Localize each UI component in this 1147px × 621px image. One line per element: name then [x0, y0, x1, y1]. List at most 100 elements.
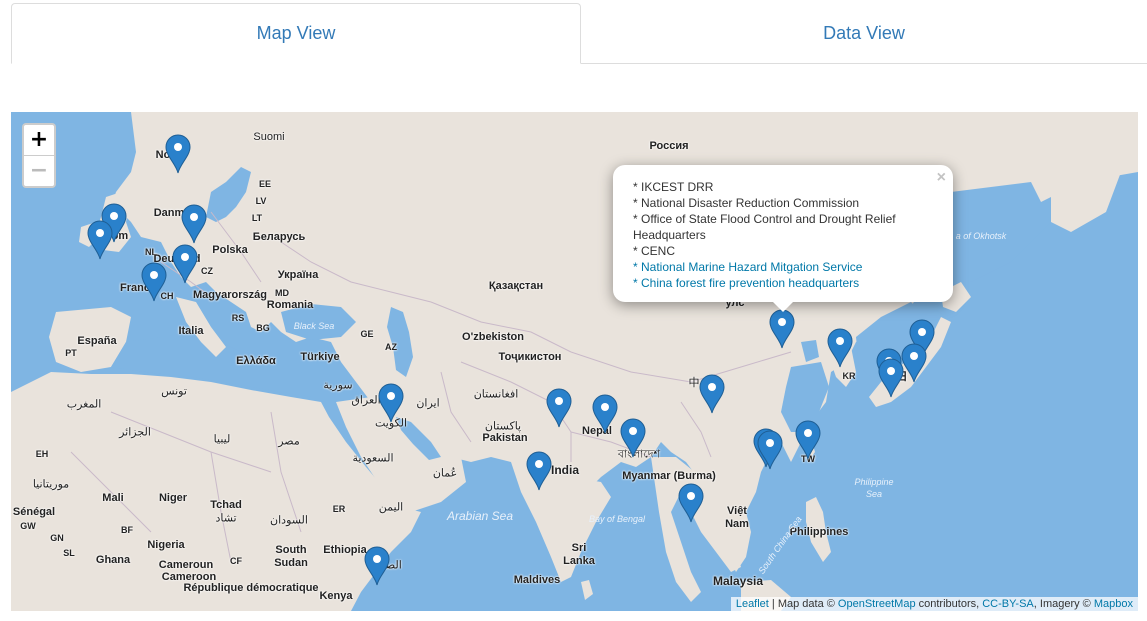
map-marker-china-central[interactable] [699, 374, 725, 414]
map-marker-japan-4[interactable] [878, 358, 904, 398]
label-cameroun: Cameroun [158, 559, 214, 571]
map-marker-germany[interactable] [172, 244, 198, 284]
label-ee: EE [258, 179, 272, 189]
label-pt: PT [65, 348, 77, 358]
label-er: ER [332, 504, 346, 514]
label-bf: BF [121, 525, 133, 535]
attr-text-2: contributors, [915, 598, 983, 610]
map-marker-norway[interactable] [165, 134, 191, 174]
label-danmark: Danm [153, 207, 185, 219]
license-link[interactable]: CC-BY-SA [982, 598, 1034, 610]
map-marker-india-west[interactable] [526, 451, 552, 491]
view-tabs: Map View Data View [11, 0, 1147, 64]
label-ethiopia: Ethiopia [323, 544, 367, 556]
label-ukraina: Україна [277, 269, 319, 281]
map-marker-korea[interactable] [827, 328, 853, 368]
label-rdc: République démocratique [183, 582, 319, 594]
label-ellada: Ελλάδα [236, 355, 276, 367]
map-marker-myanmar[interactable] [678, 483, 704, 523]
map-marker-bangladesh[interactable] [620, 418, 646, 458]
popup-tip [773, 302, 793, 312]
label-gw: GW [20, 521, 36, 531]
label-az: AZ [385, 342, 397, 352]
map-marker-kuwait[interactable] [378, 383, 404, 423]
map-container[interactable]: Suomi Россия No EE LV LT Danm K dom NL D… [11, 112, 1138, 611]
label-eh: EH [35, 449, 49, 459]
label-philippine-sea: Philippine Sea [854, 477, 894, 499]
label-black-sea: Black Sea [293, 321, 335, 331]
label-oman: عُمان [432, 467, 458, 480]
popup-close-button[interactable]: × [937, 169, 946, 187]
map-attribution: Leaflet | Map data © OpenStreetMap contr… [730, 597, 1138, 611]
map-marker-nepal[interactable] [592, 394, 618, 434]
mapbox-link[interactable]: Mapbox [1094, 598, 1133, 610]
label-ge: GE [360, 329, 374, 339]
label-maldives: Maldives [513, 574, 561, 586]
label-cf: CF [230, 556, 242, 566]
label-india: India [550, 463, 580, 477]
label-tchad-ar: تشاد [215, 512, 237, 525]
popup-item-cenc: * CENC [633, 244, 676, 258]
label-magyar: Magyarország [193, 289, 267, 301]
label-lv: LV [255, 196, 267, 206]
label-gn: GN [50, 533, 64, 543]
label-italia: Italia [178, 325, 204, 337]
label-sri-lanka: Sri Lanka [563, 542, 595, 567]
label-mali: Mali [102, 492, 124, 504]
label-iran: ایران [416, 397, 440, 410]
map-marker-china-north[interactable] [769, 309, 795, 349]
label-philippines: Philippines [789, 526, 849, 538]
popup-item-flood-control: * Office of State Flood Control and Drou… [633, 212, 896, 242]
label-tunis: تونس [161, 385, 187, 398]
map-marker-somalia[interactable] [364, 546, 390, 586]
label-cz: CZ [201, 266, 213, 276]
map-marker-japan-2[interactable] [901, 343, 927, 383]
label-sl: SL [63, 548, 75, 558]
label-ghana: Ghana [95, 554, 131, 566]
leaflet-link[interactable]: Leaflet [736, 598, 769, 610]
label-suriya: سورية [323, 379, 353, 392]
label-bay-of-bengal: Bay of Bengal [588, 514, 646, 524]
label-turkiye: Türkiye [300, 351, 340, 363]
label-tojikiston: Тоҷикистон [498, 351, 562, 363]
label-myanmar: Myanmar (Burma) [622, 470, 716, 482]
label-maghrib: المغرب [66, 398, 102, 411]
popup-link-forest-fire[interactable]: * China forest fire prevention headquart… [633, 275, 933, 291]
label-niger: Niger [158, 492, 188, 504]
label-arabian-sea: Arabian Sea [446, 509, 514, 523]
tab-data-view[interactable]: Data View [581, 3, 1147, 63]
label-lt: LT [251, 213, 263, 223]
label-kr: KR [842, 371, 856, 381]
label-sudan: السودان [270, 514, 308, 527]
label-south-sudan: South Sudan [274, 544, 308, 569]
osm-link[interactable]: OpenStreetMap [838, 598, 916, 610]
attr-text-1: | Map data © [768, 598, 838, 610]
map-marker-pakistan[interactable] [546, 388, 572, 428]
marker-popup: × * IKCEST DRR * National Disaster Reduc… [613, 165, 953, 312]
label-suomi: Suomi [253, 131, 285, 143]
popup-item-ikcest: * IKCEST DRR [633, 180, 714, 194]
label-pakistan: Pakistan [482, 432, 528, 444]
label-kazakhstan: Қазақстан [488, 280, 544, 292]
popup-item-ndrc: * National Disaster Reduction Commission [633, 196, 860, 210]
label-md: MD [275, 288, 289, 298]
tab-map-view[interactable]: Map View [11, 3, 581, 64]
map-marker-uk-2[interactable] [87, 220, 113, 260]
label-bg: BG [256, 323, 270, 333]
label-iraq: العراق [351, 394, 381, 407]
popup-link-marine-hazard[interactable]: * National Marine Hazard Mitgation Servi… [633, 259, 933, 275]
popup-list: * IKCEST DRR * National Disaster Reducti… [613, 165, 953, 291]
map-marker-denmark[interactable] [181, 204, 207, 244]
map-marker-france[interactable] [141, 262, 167, 302]
map-marker-taiwan[interactable] [795, 420, 821, 460]
attr-text-3: , Imagery © [1033, 598, 1094, 610]
label-viet-nam: Việt Nam [725, 505, 749, 530]
map-marker-hongkong-2[interactable] [757, 430, 783, 470]
label-polska: Polska [212, 244, 248, 256]
label-mauritania: موريتانيا [32, 478, 70, 491]
zoom-out-button[interactable]: − [24, 155, 54, 186]
label-romania: Romania [266, 299, 314, 311]
label-zhongguo: 中 [688, 377, 700, 389]
zoom-in-button[interactable]: + [24, 125, 54, 155]
label-espana: España [77, 335, 117, 347]
